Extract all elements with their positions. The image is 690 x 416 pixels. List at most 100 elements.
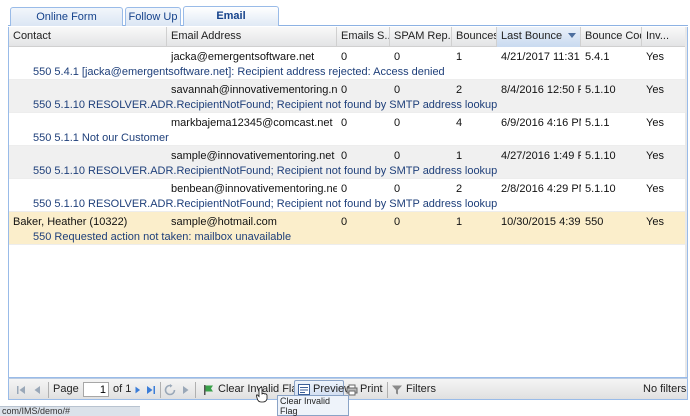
cell-bounce-code: 550 <box>585 216 604 228</box>
cell-bounce-code: 5.1.1 <box>585 117 610 129</box>
cell-email: benbean@innovativementoring.net <box>171 183 337 195</box>
flag-icon <box>204 385 213 395</box>
bounce-grid: Contact Email Address Emails S... SPAM R… <box>8 27 688 378</box>
column-header-invalid[interactable]: Inv... <box>642 27 687 47</box>
sort-descending-icon <box>568 33 577 38</box>
cell-invalid: Yes <box>646 84 664 96</box>
filter-status-text: No filters <box>643 383 687 395</box>
table-row[interactable]: jacka@emergentsoftware.net 0 0 1 4/21/20… <box>9 47 687 80</box>
table-row-selected[interactable]: Baker, Heather (10322) sample@hotmail.co… <box>9 212 687 245</box>
page-count-label: of 1 <box>113 383 132 395</box>
cell-invalid: Yes <box>646 117 664 129</box>
print-button[interactable]: Print <box>346 381 386 399</box>
cell-email: markbajema12345@comcast.net <box>171 117 333 129</box>
cell-emails-sent: 0 <box>341 216 348 228</box>
last-page-icon[interactable] <box>145 384 157 396</box>
cell-bounces: 2 <box>456 84 463 96</box>
cell-bounces: 4 <box>456 117 463 129</box>
bounce-message: 550 Requested action not taken: mailbox … <box>33 231 292 243</box>
cell-spam: 0 <box>394 183 401 195</box>
cell-email: savannah@innovativementoring.net <box>171 84 337 96</box>
cell-bounces: 1 <box>456 150 463 162</box>
column-header-email-address[interactable]: Email Address <box>167 27 337 47</box>
vertical-scrollbar[interactable] <box>685 27 687 377</box>
toolbar-separator <box>160 382 161 398</box>
bounce-message: 550 5.1.10 RESOLVER.ADR.RecipientNotFoun… <box>33 165 498 177</box>
cell-contact <box>9 149 167 163</box>
tooltip-line-2: Flag <box>280 406 298 416</box>
filters-label: Filters <box>406 383 436 395</box>
cell-invalid: Yes <box>646 183 664 195</box>
bounce-message: 550 5.1.10 RESOLVER.ADR.RecipientNotFoun… <box>33 99 498 111</box>
cell-spam: 0 <box>394 216 401 228</box>
table-row[interactable]: benbean@innovativementoring.net 0 0 2 2/… <box>9 179 687 212</box>
browser-status-url: com/IMS/demo/# <box>0 406 140 416</box>
bounce-message: 550 5.4.1 [jacka@emergentsoftware.net]: … <box>33 66 445 78</box>
tab-online-form-submissions[interactable]: Online Form Submissions <box>10 7 123 41</box>
email-notifications-panel: Online Form Submissions Follow Up Email … <box>8 6 688 400</box>
cell-last-bounce: 6/9/2016 4:16 PM <box>501 117 581 129</box>
cell-spam: 0 <box>394 84 401 96</box>
first-page-icon[interactable] <box>15 384 27 396</box>
column-header-spam-reports[interactable]: SPAM Rep... <box>390 27 452 47</box>
cell-bounce-code: 5.1.10 <box>585 150 616 162</box>
bounce-message: 550 5.1.10 RESOLVER.ADR.RecipientNotFoun… <box>33 198 498 210</box>
cell-bounce-code: 5.4.1 <box>585 51 610 63</box>
cell-contact <box>9 116 167 130</box>
preview-icon <box>298 384 310 395</box>
column-header-bounces[interactable]: Bounces <box>452 27 497 47</box>
print-label: Print <box>360 383 383 395</box>
tab-follow-up[interactable]: Follow Up <box>125 7 181 26</box>
cell-last-bounce: 2/8/2016 4:29 PM <box>501 183 581 195</box>
cell-contact <box>9 182 167 196</box>
cell-last-bounce: 10/30/2015 4:39 PM <box>501 216 581 228</box>
cell-bounce-code: 5.1.10 <box>585 183 616 195</box>
cell-spam: 0 <box>394 117 401 129</box>
cell-contact: Baker, Heather (10322) <box>13 216 128 228</box>
cell-emails-sent: 0 <box>341 84 348 96</box>
cell-emails-sent: 0 <box>341 150 348 162</box>
funnel-icon <box>392 385 402 395</box>
toolbar-separator <box>387 382 388 398</box>
filters-button[interactable]: Filters <box>391 381 436 399</box>
cell-bounces: 2 <box>456 183 463 195</box>
cell-bounces: 1 <box>456 216 463 228</box>
grid-header: Contact Email Address Emails S... SPAM R… <box>9 27 687 47</box>
column-header-emails-sent[interactable]: Emails S... <box>337 27 390 47</box>
tooltip-line-1: Clear Invalid <box>280 396 331 406</box>
cell-spam: 0 <box>394 51 401 63</box>
cell-emails-sent: 0 <box>341 117 348 129</box>
cell-spam: 0 <box>394 150 401 162</box>
column-header-bounce-code[interactable]: Bounce Code <box>581 27 642 47</box>
cell-last-bounce: 4/27/2016 1:49 PM <box>501 150 581 162</box>
table-row[interactable]: markbajema12345@comcast.net 0 0 4 6/9/20… <box>9 113 687 146</box>
page-number-input[interactable] <box>83 382 109 397</box>
table-row[interactable]: savannah@innovativementoring.net 0 0 2 8… <box>9 80 687 113</box>
cell-last-bounce: 8/4/2016 12:50 PM <box>501 84 581 96</box>
cell-contact <box>9 50 167 64</box>
cell-contact <box>9 83 167 97</box>
table-row[interactable]: sample@innovativementoring.net 0 0 1 4/2… <box>9 146 687 179</box>
clear-invalid-flag-tooltip: Clear Invalid Flag <box>277 395 349 416</box>
column-header-last-bounce[interactable]: Last Bounce <box>497 27 581 47</box>
cell-emails-sent: 0 <box>341 51 348 63</box>
refresh-icon[interactable] <box>164 384 176 396</box>
cell-email: sample@innovativementoring.net <box>171 150 335 162</box>
cell-emails-sent: 0 <box>341 183 348 195</box>
previous-page-icon[interactable] <box>31 384 43 396</box>
jump-icon[interactable] <box>180 384 192 396</box>
page-label: Page <box>53 383 79 395</box>
tab-bar: Online Form Submissions Follow Up Email … <box>8 6 688 41</box>
cell-email: jacka@emergentsoftware.net <box>171 51 315 63</box>
hand-cursor-icon <box>256 387 268 403</box>
column-header-last-bounce-label: Last Bounce <box>501 30 563 42</box>
tab-email-notifications[interactable]: Email Notifications <box>183 6 279 40</box>
cell-invalid: Yes <box>646 51 664 63</box>
cell-last-bounce: 4/21/2017 11:31 AM <box>501 51 581 63</box>
cell-bounce-code: 5.1.10 <box>585 84 616 96</box>
column-header-contact[interactable]: Contact <box>9 27 167 47</box>
next-page-icon[interactable] <box>133 384 143 396</box>
cell-invalid: Yes <box>646 150 664 162</box>
cell-bounces: 1 <box>456 51 463 63</box>
cell-invalid: Yes <box>646 216 664 228</box>
